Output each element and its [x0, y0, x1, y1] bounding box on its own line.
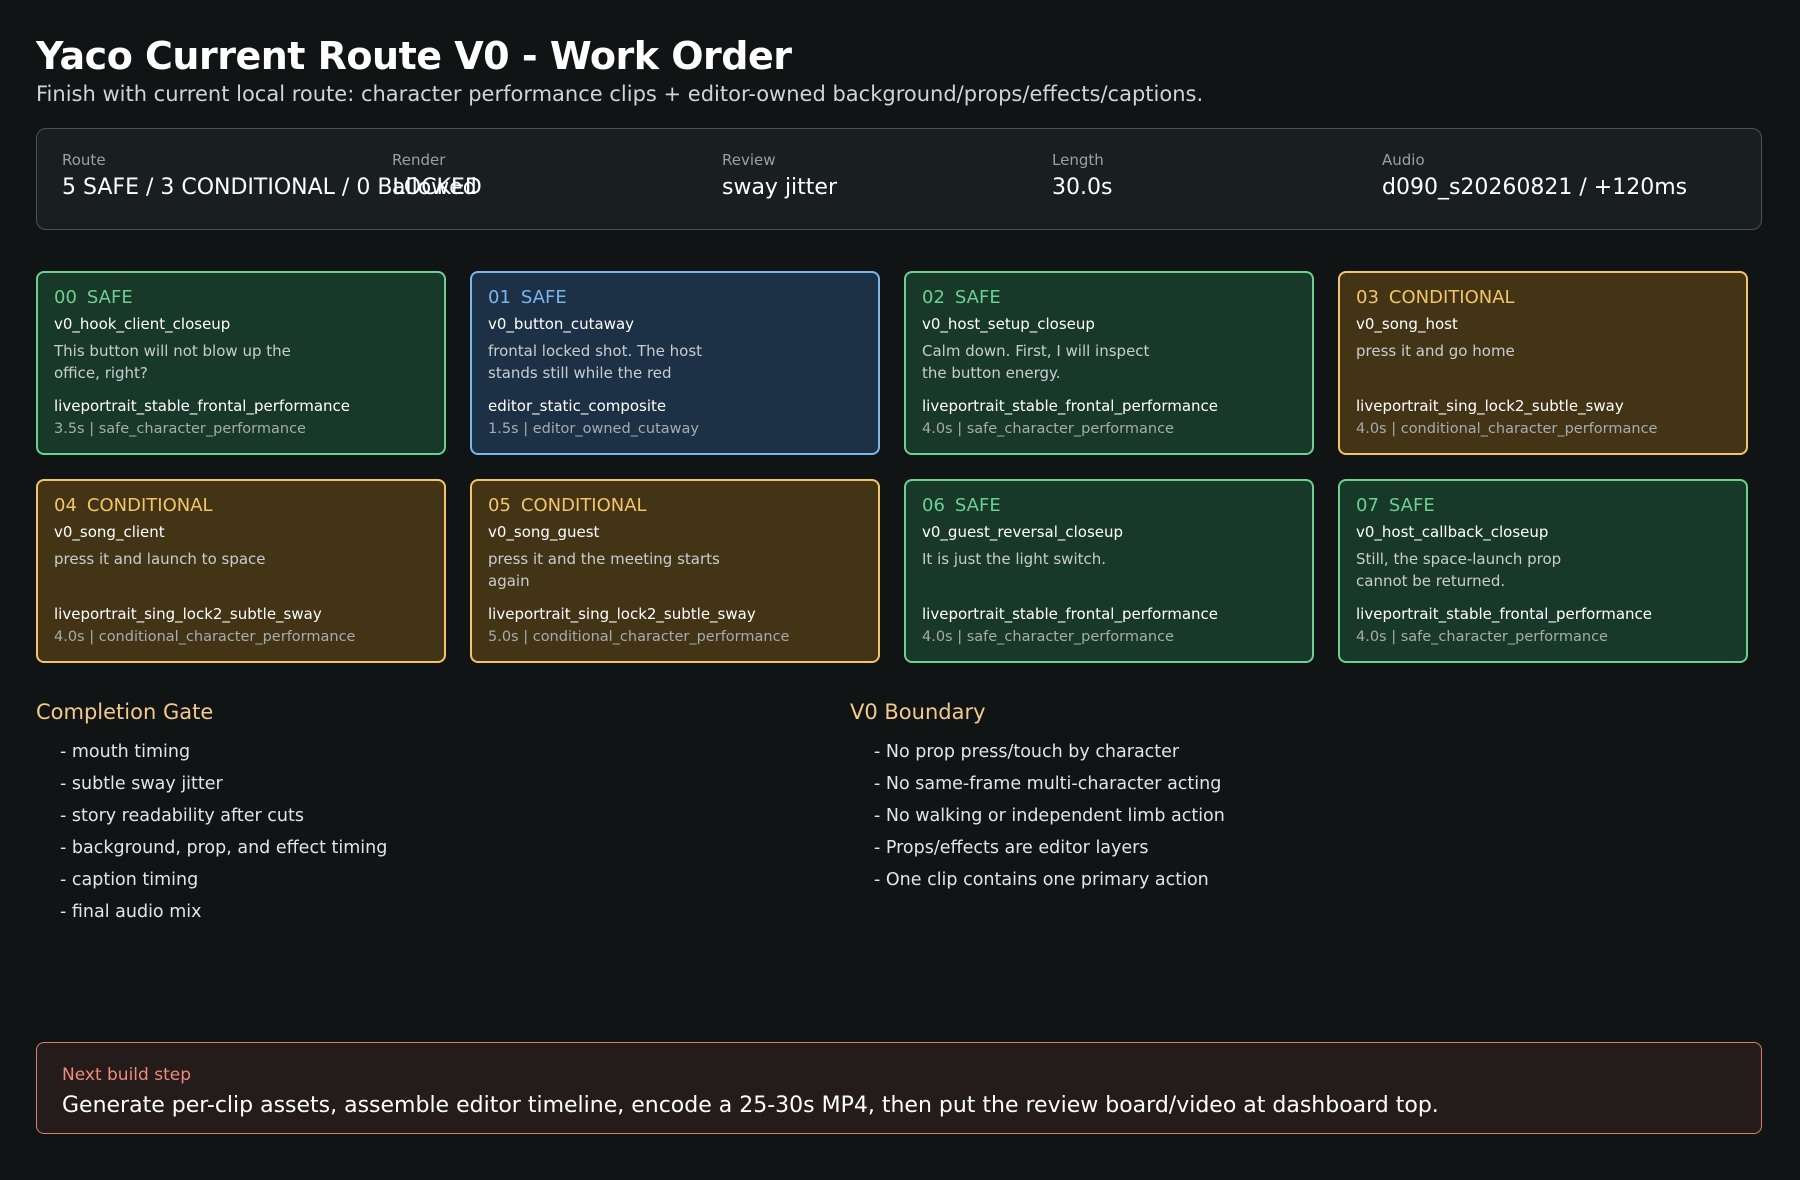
- list-item: - story readability after cuts: [60, 806, 304, 826]
- clip-method: liveportrait_sing_lock2_subtle_sway: [1356, 397, 1624, 415]
- summary-review-value: sway jitter: [722, 175, 838, 200]
- clip-line-1: press it and launch to space: [54, 550, 266, 568]
- clip-meta: 1.5s | editor_owned_cutaway: [488, 421, 699, 437]
- clip-method: liveportrait_stable_frontal_performance: [54, 397, 351, 415]
- clip-name: v0_button_cutaway: [488, 315, 635, 333]
- page-subtitle: Finish with current local route: charact…: [36, 82, 1204, 106]
- clip-name: v0_host_setup_closeup: [922, 315, 1095, 333]
- summary-review-label: Review: [722, 151, 776, 169]
- clip-meta: 4.0s | safe_character_performance: [922, 421, 1174, 437]
- clip-id: 05: [488, 495, 511, 516]
- clip-line-1: This button will not blow up the: [54, 342, 291, 360]
- clip-header: 01 SAFE: [488, 287, 567, 308]
- clip-meta: 4.0s | safe_character_performance: [922, 629, 1174, 645]
- clip-method: liveportrait_stable_frontal_performance: [922, 605, 1219, 623]
- clip-id: 06: [922, 495, 945, 516]
- clip-meta: 5.0s | conditional_character_performance: [488, 629, 790, 645]
- clip-id: 07: [1356, 495, 1379, 516]
- clip-line-1: press it and go home: [1356, 342, 1515, 360]
- list-item: - background, prop, and effect timing: [60, 838, 388, 858]
- clip-status: CONDITIONAL: [86, 495, 213, 516]
- list-item: - No prop press/touch by character: [874, 742, 1180, 762]
- list-item: - subtle sway jitter: [60, 774, 223, 794]
- summary-route-label: Route: [62, 151, 106, 169]
- clip-status: SAFE: [520, 287, 567, 308]
- clip-header: 04 CONDITIONAL: [54, 495, 213, 516]
- clip-card-00[interactable]: 00 SAFE v0_hook_client_closeup This butto…: [36, 271, 446, 455]
- clip-card-07[interactable]: 07 SAFE v0_host_callback_closeup Still, t…: [1338, 479, 1748, 663]
- clip-name: v0_song_host: [1356, 315, 1458, 333]
- clip-name: v0_hook_client_closeup: [54, 315, 231, 333]
- clip-card-04[interactable]: 04 CONDITIONAL v0_song_client press it an…: [36, 479, 446, 663]
- clip-method: liveportrait_sing_lock2_subtle_sway: [54, 605, 322, 623]
- clip-method: liveportrait_stable_frontal_performance: [1356, 605, 1653, 623]
- next-step-panel: Next build step Generate per-clip assets…: [36, 1042, 1762, 1134]
- list-item: - No walking or independent limb action: [874, 806, 1225, 826]
- clip-line-2: cannot be returned.: [1356, 572, 1506, 590]
- clip-line-1: Calm down. First, I will inspect: [922, 342, 1150, 360]
- boundary-list: - No prop press/touch by character - No …: [874, 736, 1225, 896]
- clip-method: editor_static_composite: [488, 397, 667, 415]
- clip-status: SAFE: [954, 495, 1001, 516]
- clip-card-03[interactable]: 03 CONDITIONAL v0_song_host press it and …: [1338, 271, 1748, 455]
- clip-line-1: frontal locked shot. The host: [488, 342, 703, 360]
- clip-status: SAFE: [1388, 495, 1435, 516]
- clip-id: 03: [1356, 287, 1379, 308]
- clip-header: 06 SAFE: [922, 495, 1001, 516]
- clip-meta: 3.5s | safe_character_performance: [54, 421, 306, 437]
- clip-line-2: again: [488, 572, 530, 590]
- completion-gate-title: Completion Gate: [36, 700, 214, 724]
- list-item: - mouth timing: [60, 742, 191, 762]
- clip-line-2: office, right?: [54, 364, 148, 382]
- clip-line-1: press it and the meeting starts: [488, 550, 720, 568]
- clip-header: 07 SAFE: [1356, 495, 1435, 516]
- clip-id: 01: [488, 287, 511, 308]
- clip-name: v0_guest_reversal_closeup: [922, 523, 1124, 541]
- page-title: Yaco Current Route V0 - Work Order: [36, 34, 792, 78]
- list-item: - Props/effects are editor layers: [874, 838, 1149, 858]
- clip-header: 05 CONDITIONAL: [488, 495, 647, 516]
- completion-gate-list: - mouth timing - subtle sway jitter - st…: [60, 736, 387, 928]
- clip-meta: 4.0s | safe_character_performance: [1356, 629, 1608, 645]
- clip-card-06[interactable]: 06 SAFE v0_guest_reversal_closeup It is j…: [904, 479, 1314, 663]
- clip-method: liveportrait_sing_lock2_subtle_sway: [488, 605, 756, 623]
- clip-header: 03 CONDITIONAL: [1356, 287, 1515, 308]
- clip-name: v0_host_callback_closeup: [1356, 523, 1549, 541]
- summary-render-value: allowed: [392, 175, 477, 200]
- list-item: - One clip contains one primary action: [874, 870, 1209, 890]
- clip-name: v0_song_guest: [488, 523, 600, 541]
- clip-card-05[interactable]: 05 CONDITIONAL v0_song_guest press it and…: [470, 479, 880, 663]
- clip-id: 02: [922, 287, 945, 308]
- summary-panel: Route 5 SAFE / 3 CONDITIONAL / 0 BLOCKED…: [36, 128, 1762, 230]
- list-item: - No same-frame multi-character acting: [874, 774, 1222, 794]
- summary-length-label: Length: [1052, 151, 1104, 169]
- next-step-text: Generate per-clip assets, assemble edito…: [62, 1093, 1439, 1118]
- clip-status: CONDITIONAL: [520, 495, 647, 516]
- next-step-label: Next build step: [62, 1065, 191, 1085]
- clip-status: SAFE: [86, 287, 133, 308]
- clip-line-1: Still, the space-launch prop: [1356, 550, 1562, 568]
- clip-id: 04: [54, 495, 77, 516]
- summary-audio-label: Audio: [1382, 151, 1425, 169]
- clip-id: 00: [54, 287, 77, 308]
- list-item: - final audio mix: [60, 902, 202, 922]
- clip-card-02[interactable]: 02 SAFE v0_host_setup_closeup Calm down. …: [904, 271, 1314, 455]
- clip-header: 00 SAFE: [54, 287, 133, 308]
- clip-method: liveportrait_stable_frontal_performance: [922, 397, 1219, 415]
- summary-length-value: 30.0s: [1052, 175, 1113, 200]
- clip-meta: 4.0s | conditional_character_performance: [54, 629, 356, 645]
- clip-line-2: stands still while the red: [488, 364, 672, 382]
- clip-line-1: It is just the light switch.: [922, 550, 1107, 568]
- list-item: - caption timing: [60, 870, 199, 890]
- summary-render-label: Render: [392, 151, 446, 169]
- clip-meta: 4.0s | conditional_character_performance: [1356, 421, 1658, 437]
- summary-audio-value: d090_s20260821 / +120ms: [1382, 175, 1688, 200]
- clip-header: 02 SAFE: [922, 287, 1001, 308]
- clip-line-2: the button energy.: [922, 364, 1061, 382]
- clip-card-01[interactable]: 01 SAFE v0_button_cutaway frontal locked …: [470, 271, 880, 455]
- clip-name: v0_song_client: [54, 523, 165, 541]
- boundary-title: V0 Boundary: [850, 700, 986, 724]
- clip-status: SAFE: [954, 287, 1001, 308]
- clip-status: CONDITIONAL: [1388, 287, 1515, 308]
